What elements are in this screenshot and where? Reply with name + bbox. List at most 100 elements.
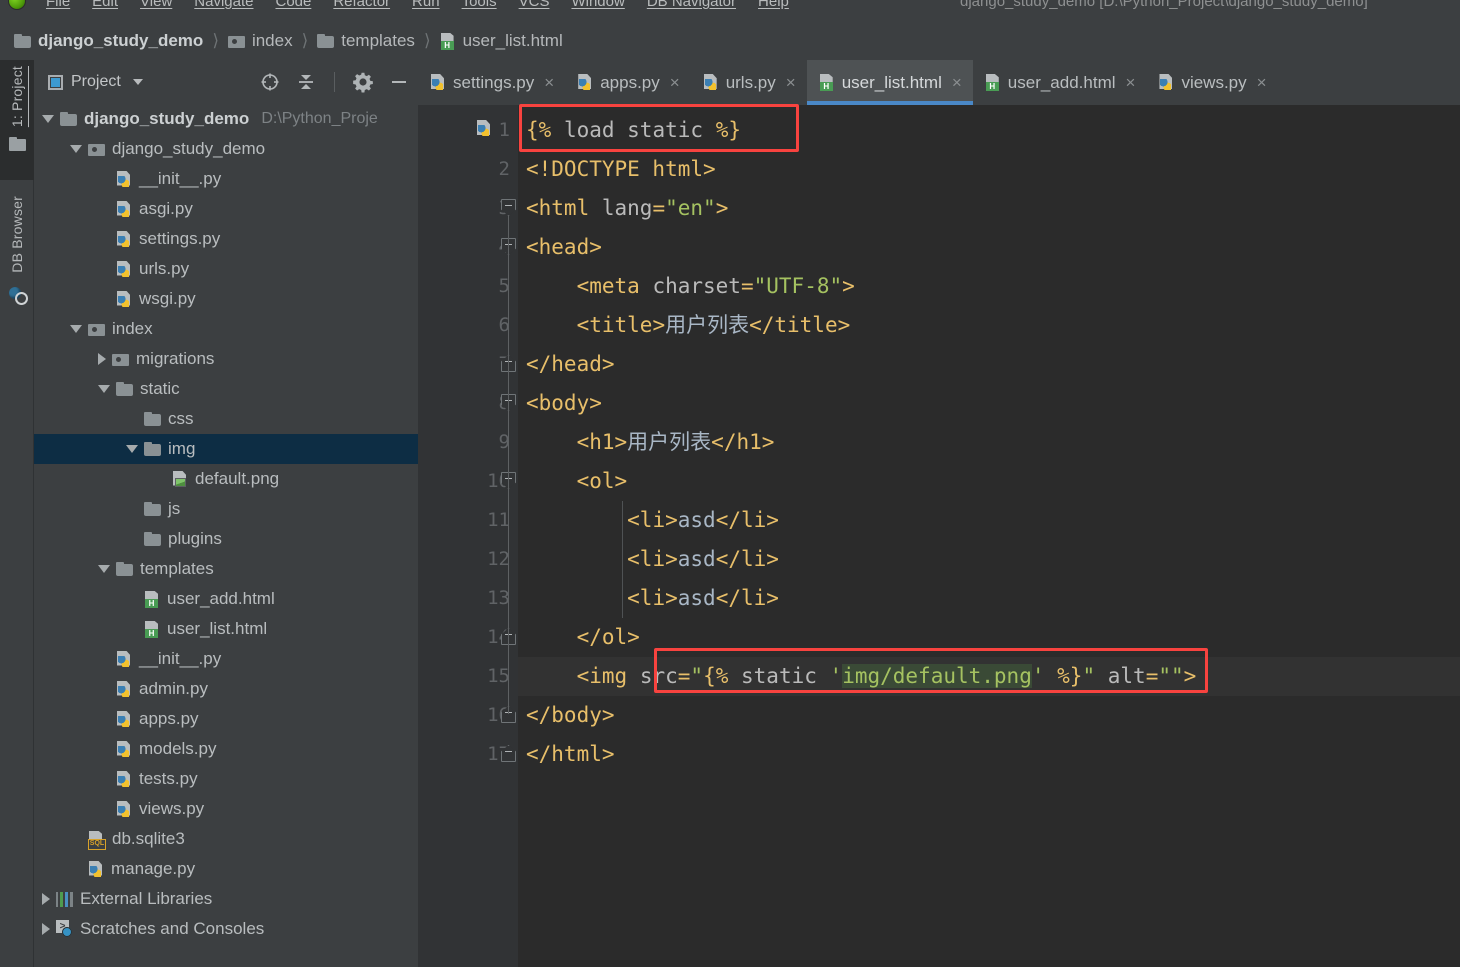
code-line-text: <html lang="en"> xyxy=(526,196,729,220)
project-panel-title-group[interactable]: Project xyxy=(48,73,143,91)
code-line-9[interactable]: <h1>用户列表</h1> xyxy=(518,423,1460,462)
breadcrumb-item-index[interactable]: index xyxy=(227,31,293,51)
tree-item-migrations[interactable]: migrations xyxy=(34,344,418,374)
tree-item-django-study-demo[interactable]: django_study_demo D:\Python_Proje xyxy=(34,104,418,134)
tree-item-tests-py[interactable]: tests.py xyxy=(34,764,418,794)
menu-item-help[interactable]: Help xyxy=(758,0,789,10)
tree-item--init-py[interactable]: __init__.py xyxy=(34,644,418,674)
tree-item-default-png[interactable]: default.png xyxy=(34,464,418,494)
menu-item-refactor[interactable]: Refactor xyxy=(333,0,390,10)
menu-item-window[interactable]: Window xyxy=(571,0,624,10)
code-line-14[interactable]: </ol> xyxy=(518,618,1460,657)
fold-expand-icon[interactable] xyxy=(501,745,516,762)
tree-item-manage-py[interactable]: manage.py xyxy=(34,854,418,884)
chevron-down-icon[interactable] xyxy=(126,445,138,453)
code-line-8[interactable]: <body> xyxy=(518,384,1460,423)
menu-item-vcs[interactable]: VCS xyxy=(519,0,550,10)
breadcrumb-item-templates[interactable]: templates xyxy=(317,31,415,51)
locate-icon[interactable] xyxy=(259,71,281,93)
fold-collapse-icon[interactable] xyxy=(501,199,516,216)
menu-items[interactable]: File Edit View Navigate Code Refactor Ru… xyxy=(46,0,789,10)
chevron-down-icon[interactable] xyxy=(132,79,143,85)
close-icon[interactable]: × xyxy=(1126,74,1136,91)
settings-icon[interactable] xyxy=(352,71,374,93)
tree-item-django-study-demo[interactable]: django_study_demo xyxy=(34,134,418,164)
chevron-right-icon[interactable] xyxy=(98,353,106,365)
tree-item-urls-py[interactable]: urls.py xyxy=(34,254,418,284)
chevron-down-icon[interactable] xyxy=(70,145,82,153)
tree-item-external-libraries[interactable]: External Libraries xyxy=(34,884,418,914)
tree-item-asgi-py[interactable]: asgi.py xyxy=(34,194,418,224)
tree-item-img[interactable]: img xyxy=(34,434,418,464)
code-line-17[interactable]: </html> xyxy=(518,735,1460,774)
close-icon[interactable]: × xyxy=(1257,74,1267,91)
menu-item-file[interactable]: File xyxy=(46,0,70,10)
code-line-15[interactable]: <img src="{% static 'img/default.png' %}… xyxy=(518,657,1460,696)
tree-item-scratches-and-consoles[interactable]: Scratches and Consoles xyxy=(34,914,418,944)
tree-item-settings-py[interactable]: settings.py xyxy=(34,224,418,254)
code-line-3[interactable]: <html lang="en"> xyxy=(518,189,1460,228)
tool-window-tab-db-browser[interactable]: DB Browser xyxy=(0,190,34,340)
chevron-right-icon[interactable] xyxy=(42,923,50,935)
close-icon[interactable]: × xyxy=(952,74,962,91)
editor-tab-apps-py[interactable]: apps.py × xyxy=(565,60,690,105)
tree-item-label: user_add.html xyxy=(167,589,275,608)
tree-item-models-py[interactable]: models.py xyxy=(34,734,418,764)
tree-item-user-add-html[interactable]: user_add.html xyxy=(34,584,418,614)
chevron-down-icon[interactable] xyxy=(98,385,110,393)
editor-tab-user-add-html[interactable]: user_add.html × xyxy=(973,60,1147,105)
chevron-right-icon[interactable] xyxy=(42,893,50,905)
tree-item-admin-py[interactable]: admin.py xyxy=(34,674,418,704)
tree-item-user-list-html[interactable]: user_list.html xyxy=(34,614,418,644)
menu-item-view[interactable]: View xyxy=(140,0,172,10)
tree-item-plugins[interactable]: plugins xyxy=(34,524,418,554)
editor-tab-urls-py[interactable]: urls.py × xyxy=(691,60,807,105)
code-line-7[interactable]: </head> xyxy=(518,345,1460,384)
tree-item-db-sqlite3[interactable]: db.sqlite3 xyxy=(34,824,418,854)
tree-item-index[interactable]: index xyxy=(34,314,418,344)
code-line-12[interactable]: <li>asd</li> xyxy=(518,540,1460,579)
menu-item-run[interactable]: Run xyxy=(412,0,440,10)
code-line-1[interactable]: {% load static %} xyxy=(518,111,1460,150)
chevron-down-icon[interactable] xyxy=(98,565,110,573)
tree-item-apps-py[interactable]: apps.py xyxy=(34,704,418,734)
editor-tab-bar[interactable]: settings.py×apps.py×urls.py×user_list.ht… xyxy=(418,60,1460,105)
chevron-down-icon[interactable] xyxy=(70,325,82,333)
tree-item--init-py[interactable]: __init__.py xyxy=(34,164,418,194)
project-tree[interactable]: django_study_demo D:\Python_Proje django_s… xyxy=(34,104,418,967)
close-icon[interactable]: × xyxy=(786,74,796,91)
code-line-11[interactable]: <li>asd</li> xyxy=(518,501,1460,540)
chevron-down-icon[interactable] xyxy=(42,115,54,123)
code-line-10[interactable]: <ol> xyxy=(518,462,1460,501)
tree-item-static[interactable]: static xyxy=(34,374,418,404)
code-line-16[interactable]: </body> xyxy=(518,696,1460,735)
breadcrumb-item-file[interactable]: user_list.html xyxy=(440,31,563,51)
code-line-5[interactable]: <meta charset="UTF-8"> xyxy=(518,267,1460,306)
collapse-all-icon[interactable] xyxy=(295,71,317,93)
hide-panel-icon[interactable] xyxy=(388,71,410,93)
tool-window-tab-project[interactable]: 1: Project xyxy=(0,60,34,180)
menu-item-db-navigator[interactable]: DB Navigator xyxy=(647,0,736,10)
code-line-6[interactable]: <title>用户列表</title> xyxy=(518,306,1460,345)
menu-item-navigate[interactable]: Navigate xyxy=(194,0,253,10)
editor-gutter[interactable]: 1234567891011121314151617 xyxy=(418,105,551,967)
editor-tab-settings-py[interactable]: settings.py × xyxy=(418,60,565,105)
menu-item-edit[interactable]: Edit xyxy=(92,0,118,10)
tree-item-views-py[interactable]: views.py xyxy=(34,794,418,824)
tree-item-templates[interactable]: templates xyxy=(34,554,418,584)
breadcrumb-item-project[interactable]: django_study_demo xyxy=(14,31,203,51)
tree-item-wsgi-py[interactable]: wsgi.py xyxy=(34,284,418,314)
close-icon[interactable]: × xyxy=(544,74,554,91)
code-line-4[interactable]: <head> xyxy=(518,228,1460,267)
tree-item-js[interactable]: js xyxy=(34,494,418,524)
editor-tab-user-list-html[interactable]: user_list.html × xyxy=(806,60,973,105)
tree-item-css[interactable]: css xyxy=(34,404,418,434)
editor-tab-views-py[interactable]: views.py × xyxy=(1146,60,1277,105)
code-line-13[interactable]: <li>asd</li> xyxy=(518,579,1460,618)
code-editor[interactable]: 1234567891011121314151617 {% load static… xyxy=(418,105,1460,967)
menu-item-code[interactable]: Code xyxy=(275,0,311,10)
code-content[interactable]: {% load static %} <!DOCTYPE html> <html la… xyxy=(518,105,1460,967)
menu-item-tools[interactable]: Tools xyxy=(462,0,497,10)
close-icon[interactable]: × xyxy=(670,74,680,91)
code-line-2[interactable]: <!DOCTYPE html> xyxy=(518,150,1460,189)
